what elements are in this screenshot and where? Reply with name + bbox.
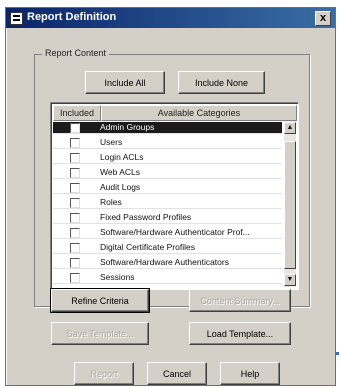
include-checkbox[interactable] (70, 123, 80, 133)
scroll-down-arrow-icon[interactable]: ▼ (284, 274, 296, 286)
category-label: Digital Certificate Profiles (100, 242, 195, 252)
dialog-title: Report Definition (27, 11, 117, 23)
category-label: Roles (100, 197, 122, 207)
load-template-button[interactable]: Load Template... (189, 322, 291, 345)
scroll-thumb[interactable] (284, 141, 296, 269)
cancel-button[interactable]: Cancel (147, 362, 207, 385)
table-row[interactable]: Software/Hardware Authenticator Prof... (53, 227, 282, 239)
table-row[interactable]: Admin Groups (53, 122, 282, 134)
refine-criteria-label: Refine Criteria (71, 295, 129, 306)
app-icon (10, 12, 23, 25)
header-included[interactable]: Included (53, 105, 101, 121)
decorative-dot (336, 352, 339, 355)
vertical-scrollbar[interactable]: ▲ ▼ (284, 121, 296, 287)
help-button[interactable]: Help (220, 362, 280, 385)
category-label: Sessions (100, 272, 135, 282)
categories-table: Included Available Categories Admin Grou… (50, 102, 299, 290)
report-label: Report (90, 368, 118, 379)
table-row[interactable]: Web ACLs (53, 167, 282, 179)
include-checkbox[interactable] (70, 168, 80, 178)
include-checkbox[interactable] (70, 258, 80, 268)
category-label: Login ACLs (100, 152, 144, 162)
include-checkbox[interactable] (70, 243, 80, 253)
category-label: Web ACLs (100, 167, 141, 177)
include-all-button[interactable]: Include All (85, 71, 165, 94)
save-template-button[interactable]: Save Template... (51, 322, 149, 345)
include-all-label: Include All (104, 77, 146, 88)
category-label: Users (100, 137, 123, 147)
header-available-categories[interactable]: Available Categories (101, 105, 297, 121)
table-row[interactable]: Digital Certificate Profiles (53, 242, 282, 254)
save-template-label: Save Template... (66, 328, 134, 339)
cancel-label: Cancel (162, 368, 191, 379)
load-template-label: Load Template... (206, 328, 274, 339)
include-none-button[interactable]: Include None (178, 71, 265, 94)
table-row[interactable]: Sessions (53, 272, 282, 284)
table-row[interactable]: Login ACLs (53, 152, 282, 164)
table-row[interactable]: Audit Logs (53, 182, 282, 194)
category-label: Audit Logs (100, 182, 141, 192)
include-checkbox[interactable] (70, 213, 80, 223)
table-row[interactable]: Software/Hardware Authenticators (53, 257, 282, 269)
include-none-label: Include None (194, 77, 249, 88)
content-summary-label: Content Summary... (200, 295, 280, 306)
category-label: Admin Groups (100, 122, 155, 132)
report-content-label: Report Content (42, 48, 110, 58)
table-row[interactable]: Users (53, 137, 282, 149)
include-checkbox[interactable] (70, 228, 80, 238)
category-label: Fixed Password Profiles (100, 212, 192, 222)
report-button[interactable]: Report (74, 362, 134, 385)
include-checkbox[interactable] (70, 153, 80, 163)
include-checkbox[interactable] (70, 183, 80, 193)
close-button[interactable]: x (315, 11, 331, 26)
title-bar[interactable]: Report Definition x (6, 8, 335, 28)
category-label: Software/Hardware Authenticator Prof... (100, 227, 250, 237)
include-checkbox[interactable] (70, 273, 80, 283)
table-row[interactable]: Fixed Password Profiles (53, 212, 282, 224)
content-summary-button[interactable]: Content Summary... (189, 289, 291, 312)
help-label: Help (240, 368, 260, 379)
include-checkbox[interactable] (70, 198, 80, 208)
report-definition-dialog: Report Definition x Report Content Inclu… (5, 7, 336, 386)
refine-criteria-button[interactable]: Refine Criteria (50, 288, 150, 313)
scroll-up-arrow-icon[interactable]: ▲ (284, 122, 296, 134)
category-label: Software/Hardware Authenticators (100, 257, 229, 267)
include-checkbox[interactable] (70, 138, 80, 148)
table-row[interactable]: Roles (53, 197, 282, 209)
